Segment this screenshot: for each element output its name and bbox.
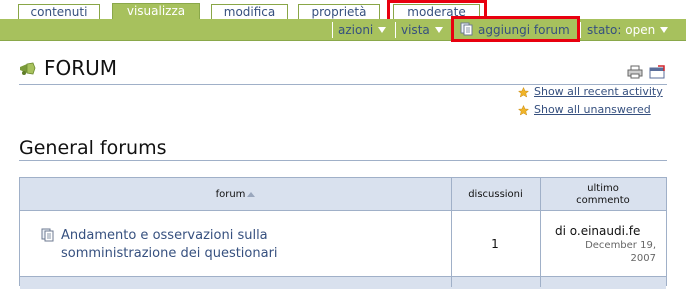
highlight-add-forum bbox=[451, 16, 580, 42]
forum-item-icon bbox=[41, 228, 54, 242]
tab-modifica[interactable]: modifica bbox=[211, 4, 288, 20]
chevron-down-icon bbox=[434, 27, 443, 33]
last-comment-author: di o.einaudi.fe bbox=[555, 224, 641, 238]
action-bar: azioni vista aggiungi forum stato: open bbox=[0, 19, 686, 41]
table-row bbox=[20, 277, 666, 289]
chevron-down-icon bbox=[378, 27, 387, 33]
star-icon bbox=[518, 105, 529, 116]
tab-proprieta[interactable]: proprietà bbox=[298, 4, 380, 20]
column-header-forum[interactable]: forum bbox=[20, 178, 451, 211]
forum-link-line2: somministrazione dei questionari bbox=[61, 246, 278, 261]
show-recent-activity-link[interactable]: Show all recent activity bbox=[534, 85, 663, 99]
stato-value: open bbox=[625, 23, 656, 37]
column-header-last-comment[interactable]: ultimo commento bbox=[540, 178, 666, 211]
sort-ascending-icon bbox=[247, 192, 256, 197]
column-header-last-comment-line1: ultimo bbox=[587, 182, 619, 194]
column-header-last-comment-line2: commento bbox=[576, 194, 630, 206]
forum-icon bbox=[20, 62, 36, 75]
show-unanswered-link[interactable]: Show all unanswered bbox=[534, 103, 651, 117]
azioni-label: azioni bbox=[338, 23, 374, 37]
print-icon[interactable] bbox=[627, 65, 643, 79]
forum-link[interactable]: Andamento e osservazioni sulla somminist… bbox=[61, 227, 341, 263]
fullscreen-icon[interactable] bbox=[649, 65, 665, 79]
vista-label: vista bbox=[401, 23, 430, 37]
last-comment-year: 2007 bbox=[630, 253, 656, 264]
separator bbox=[580, 22, 581, 38]
separator bbox=[395, 22, 396, 38]
forum-link-line1: Andamento e osservazioni sulla bbox=[61, 228, 268, 243]
tab-contenuti[interactable]: contenuti bbox=[18, 4, 100, 20]
stato-label: stato: bbox=[587, 23, 622, 37]
stato-menu[interactable]: stato: open bbox=[587, 22, 669, 38]
section-title: General forums bbox=[19, 137, 167, 159]
chevron-down-icon bbox=[660, 27, 669, 33]
last-comment-date: December 19, bbox=[585, 240, 656, 251]
discussion-count: 1 bbox=[491, 237, 499, 251]
column-header-discussions-label: discussioni bbox=[468, 188, 523, 200]
forum-table: forum discussioni ultimo commento Andame… bbox=[19, 177, 667, 289]
star-icon bbox=[518, 87, 529, 98]
section-divider bbox=[19, 160, 667, 161]
page-title: FORUM bbox=[44, 56, 118, 80]
separator bbox=[332, 22, 333, 38]
column-header-discussions[interactable]: discussioni bbox=[451, 178, 540, 211]
azioni-menu[interactable]: azioni bbox=[338, 22, 387, 38]
vista-menu[interactable]: vista bbox=[401, 22, 443, 38]
column-header-forum-label: forum bbox=[215, 188, 246, 200]
tab-bar: contenuti visualizza modifica proprietà … bbox=[0, 0, 686, 21]
